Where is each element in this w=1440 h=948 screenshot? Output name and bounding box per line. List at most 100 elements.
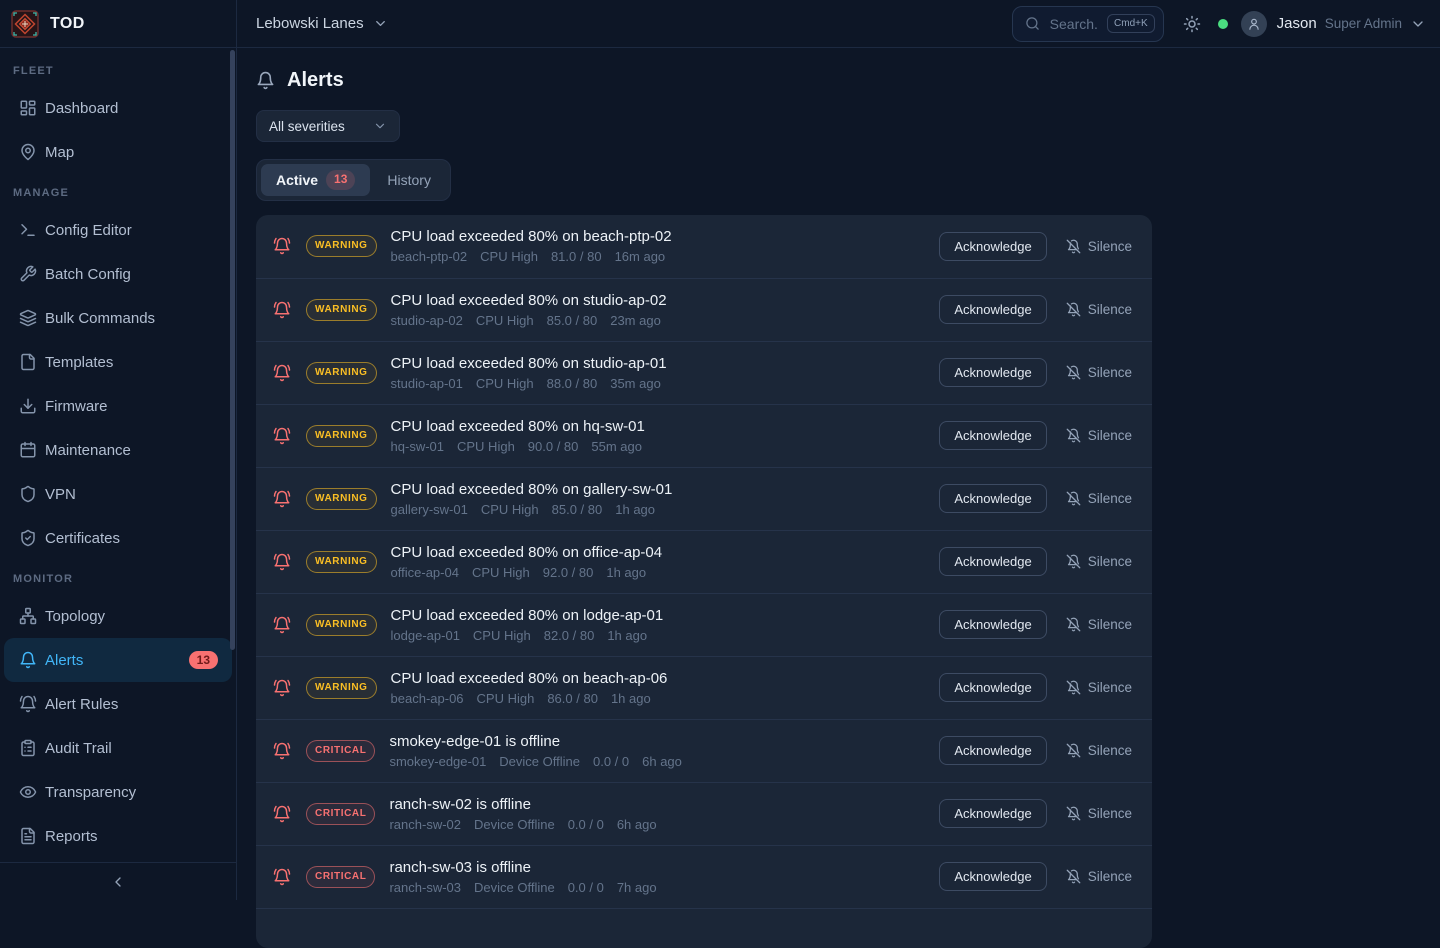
- sidebar-item-topology[interactable]: Topology: [4, 594, 232, 638]
- alert-row: WARNING CPU load exceeded 80% on studio-…: [256, 341, 1152, 404]
- acknowledge-button[interactable]: Acknowledge: [939, 610, 1046, 639]
- sidebar-item-label: Config Editor: [45, 222, 132, 239]
- alert-meta: studio-ap-02 CPU High 85.0 / 80 23m ago: [391, 313, 667, 328]
- sidebar-item-config-editor[interactable]: Config Editor: [4, 208, 232, 252]
- alert-value: 92.0 / 80: [543, 565, 594, 580]
- alert-row-clipped: [256, 908, 1152, 948]
- sidebar-item-certificates[interactable]: Certificates: [4, 516, 232, 560]
- chevron-down-icon: [1410, 16, 1426, 32]
- severity-badge: WARNING: [306, 362, 377, 384]
- alert-device: gallery-sw-01: [391, 502, 468, 517]
- silence-button[interactable]: Silence: [1066, 869, 1132, 884]
- bell-icon: [256, 71, 275, 90]
- sidebar-item-badge: 13: [189, 651, 218, 669]
- acknowledge-button[interactable]: Acknowledge: [939, 862, 1046, 891]
- sidebar-item-label: Batch Config: [45, 266, 131, 283]
- sidebar-item-map[interactable]: Map: [4, 130, 232, 174]
- silence-label: Silence: [1088, 554, 1132, 569]
- alert-meta: beach-ptp-02 CPU High 81.0 / 80 16m ago: [391, 249, 672, 264]
- alerts-list: WARNING CPU load exceeded 80% on beach-p…: [256, 215, 1152, 908]
- sidebar-item-transparency[interactable]: Transparency: [4, 770, 232, 814]
- silence-button[interactable]: Silence: [1066, 617, 1132, 632]
- severity-badge: WARNING: [306, 488, 377, 510]
- silence-button[interactable]: Silence: [1066, 428, 1132, 443]
- topbar-right: Cmd+K Jason Super Admin: [1012, 6, 1426, 42]
- bell-off-icon: [1066, 491, 1081, 506]
- sidebar-item-alert-rules[interactable]: Alert Rules: [4, 682, 232, 726]
- connection-status-dot: [1218, 19, 1228, 29]
- alert-title: CPU load exceeded 80% on beach-ap-06: [391, 670, 668, 687]
- alert-title: CPU load exceeded 80% on office-ap-04: [391, 544, 663, 561]
- sidebar-item-label: Firmware: [45, 398, 108, 415]
- acknowledge-button[interactable]: Acknowledge: [939, 736, 1046, 765]
- tab-active[interactable]: Active 13: [261, 164, 370, 196]
- sidebar-item-dashboard[interactable]: Dashboard: [4, 86, 232, 130]
- alert-device: studio-ap-01: [391, 376, 463, 391]
- sidebar-item-label: Templates: [45, 354, 113, 371]
- bell-off-icon: [1066, 869, 1081, 884]
- sidebar-item-audit-trail[interactable]: Audit Trail: [4, 726, 232, 770]
- severity-badge: WARNING: [306, 235, 377, 257]
- silence-button[interactable]: Silence: [1066, 554, 1132, 569]
- silence-button[interactable]: Silence: [1066, 302, 1132, 317]
- search-box[interactable]: Cmd+K: [1012, 6, 1164, 42]
- alert-age: 1h ago: [611, 691, 651, 706]
- sidebar-item-bulk-commands[interactable]: Bulk Commands: [4, 296, 232, 340]
- terminal-icon: [19, 221, 37, 239]
- sidebar-item-alerts[interactable]: Alerts 13: [4, 638, 232, 682]
- alert-actions: Acknowledge Silence: [939, 736, 1132, 765]
- alert-rule: Device Offline: [474, 880, 555, 895]
- alert-rule: CPU High: [473, 628, 531, 643]
- user-menu[interactable]: Jason Super Admin: [1241, 11, 1426, 37]
- sidebar-item-vpn[interactable]: VPN: [4, 472, 232, 516]
- alert-meta: ranch-sw-03 Device Offline 0.0 / 0 7h ag…: [389, 880, 656, 895]
- bell-ring-icon: [273, 490, 291, 508]
- severity-filter-select[interactable]: All severities: [256, 110, 400, 142]
- sidebar-item-firmware[interactable]: Firmware: [4, 384, 232, 428]
- sidebar-item-reports[interactable]: Reports: [4, 814, 232, 858]
- silence-button[interactable]: Silence: [1066, 743, 1132, 758]
- acknowledge-button[interactable]: Acknowledge: [939, 484, 1046, 513]
- bell-off-icon: [1066, 554, 1081, 569]
- shield-icon: [19, 485, 37, 503]
- alert-actions: Acknowledge Silence: [939, 421, 1132, 450]
- alert-actions: Acknowledge Silence: [939, 295, 1132, 324]
- alert-text: CPU load exceeded 80% on hq-sw-01 hq-sw-…: [391, 418, 645, 454]
- sidebar-scrollbar-thumb[interactable]: [230, 50, 235, 650]
- silence-label: Silence: [1088, 239, 1132, 254]
- sidebar-item-batch-config[interactable]: Batch Config: [4, 252, 232, 296]
- sidebar-item-templates[interactable]: Templates: [4, 340, 232, 384]
- user-role: Super Admin: [1325, 16, 1402, 31]
- acknowledge-button[interactable]: Acknowledge: [939, 232, 1046, 261]
- sun-icon[interactable]: [1183, 15, 1201, 33]
- silence-label: Silence: [1088, 302, 1132, 317]
- alert-title: smokey-edge-01 is offline: [389, 733, 681, 750]
- collapse-sidebar-button[interactable]: [110, 874, 126, 890]
- acknowledge-button[interactable]: Acknowledge: [939, 421, 1046, 450]
- acknowledge-button[interactable]: Acknowledge: [939, 358, 1046, 387]
- silence-button[interactable]: Silence: [1066, 680, 1132, 695]
- silence-button[interactable]: Silence: [1066, 491, 1132, 506]
- bell-off-icon: [1066, 239, 1081, 254]
- layout-dashboard-icon: [19, 99, 37, 117]
- sidebar-item-maintenance[interactable]: Maintenance: [4, 428, 232, 472]
- silence-button[interactable]: Silence: [1066, 806, 1132, 821]
- acknowledge-button[interactable]: Acknowledge: [939, 799, 1046, 828]
- sidebar-section-label: FLEET: [0, 52, 236, 86]
- site-selector[interactable]: Lebowski Lanes: [256, 15, 388, 32]
- site-selector-label: Lebowski Lanes: [256, 15, 364, 32]
- alert-row: WARNING CPU load exceeded 80% on studio-…: [256, 278, 1152, 341]
- tab-history[interactable]: History: [372, 166, 446, 194]
- alert-age: 1h ago: [615, 502, 655, 517]
- alerts-tabs: Active 13 History: [256, 159, 451, 201]
- search-input[interactable]: [1048, 15, 1099, 33]
- silence-button[interactable]: Silence: [1066, 239, 1132, 254]
- acknowledge-button[interactable]: Acknowledge: [939, 295, 1046, 324]
- alert-row: CRITICAL ranch-sw-02 is offline ranch-sw…: [256, 782, 1152, 845]
- alert-device: studio-ap-02: [391, 313, 463, 328]
- sidebar-section: FLEET Dashboard Map: [0, 52, 236, 174]
- silence-button[interactable]: Silence: [1066, 365, 1132, 380]
- acknowledge-button[interactable]: Acknowledge: [939, 547, 1046, 576]
- bell-ring-icon: [273, 301, 291, 319]
- acknowledge-button[interactable]: Acknowledge: [939, 673, 1046, 702]
